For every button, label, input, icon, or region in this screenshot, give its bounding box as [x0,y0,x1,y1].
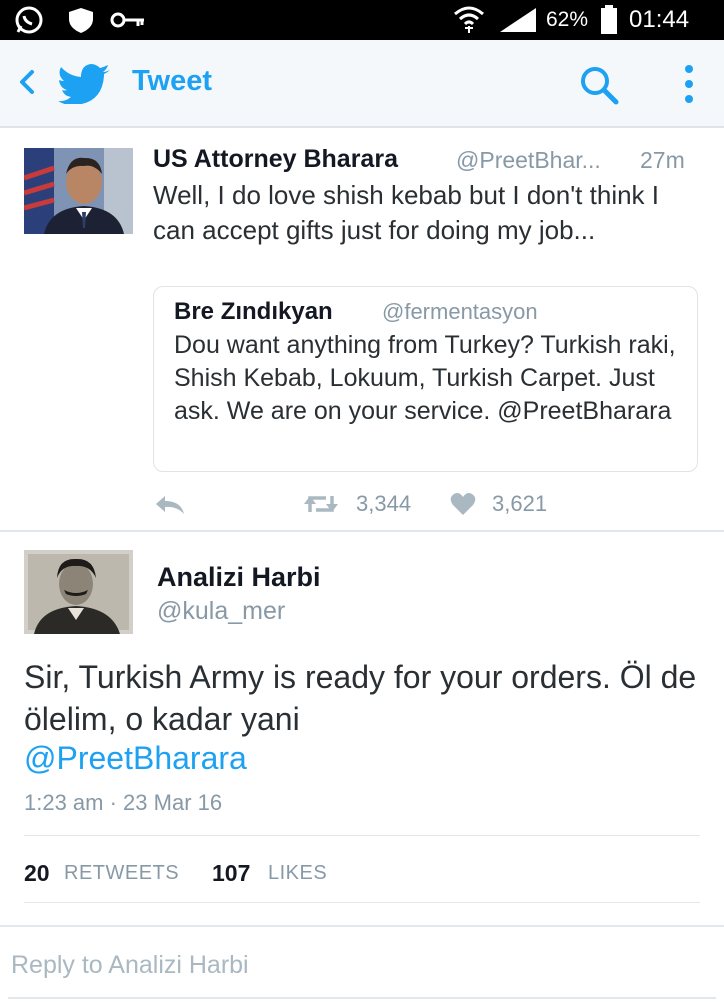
tweet-timestamp: 1:23 am · 23 Mar 16 [24,790,223,815]
reply-input[interactable]: Reply to Analizi Harbi [11,951,249,980]
quoted-tweet-text: Dou want anything from Turkey? Turkish r… [174,331,676,425]
author-name[interactable]: Analizi Harbi [157,562,321,593]
status-bar: 62% 01:44 [0,0,724,40]
more-icon[interactable] [676,62,702,106]
wifi-icon [454,6,484,33]
retweet-icon[interactable] [302,492,340,516]
reply-underline [8,997,716,999]
retweets-count[interactable]: 20 [24,860,50,887]
retweets-label[interactable]: RETWEETS [64,862,179,885]
quoted-author-name: Bre Zındıkyan [174,298,333,325]
back-icon[interactable] [14,64,42,100]
author-handle[interactable]: @kula_mer [157,597,285,626]
divider [24,835,700,836]
search-icon[interactable] [576,62,622,108]
quoted-author-handle: @fermentasyon [382,299,538,324]
clock: 01:44 [629,6,690,33]
retweet-count: 3,344 [356,491,412,516]
divider [24,902,700,903]
like-count: 3,621 [492,491,548,516]
avatar[interactable] [24,148,133,234]
divider [0,530,724,532]
author-handle[interactable]: @PreetBhar... [456,147,601,174]
author-name[interactable]: US Attorney Bharara [153,145,398,174]
reply-icon[interactable] [153,494,187,516]
heart-icon[interactable] [450,492,476,516]
mention-link[interactable]: @PreetBharara [24,740,247,777]
whatsapp-icon [15,6,43,34]
app-bar: Tweet [0,40,724,128]
shield-icon [69,8,93,33]
likes-count[interactable]: 107 [212,860,250,887]
twitter-bird-icon [58,64,110,104]
quoted-tweet[interactable]: Bre Zındıkyan @fermentasyon Dou want any… [153,286,698,472]
signal-icon [500,8,536,32]
tweet-text: Well, I do love shish kebab but I don't … [153,180,659,245]
tweet-text: Sir, Turkish Army is ready for your orde… [24,659,697,737]
likes-label[interactable]: LIKES [268,862,327,885]
reply-composer[interactable]: Reply to Analizi Harbi [0,925,724,1002]
battery-icon [601,5,617,34]
key-icon [110,12,144,28]
tweet-time: 27m [640,147,685,173]
page-title: Tweet [132,65,213,97]
battery-percent: 62% [546,8,589,31]
avatar[interactable] [24,550,133,634]
